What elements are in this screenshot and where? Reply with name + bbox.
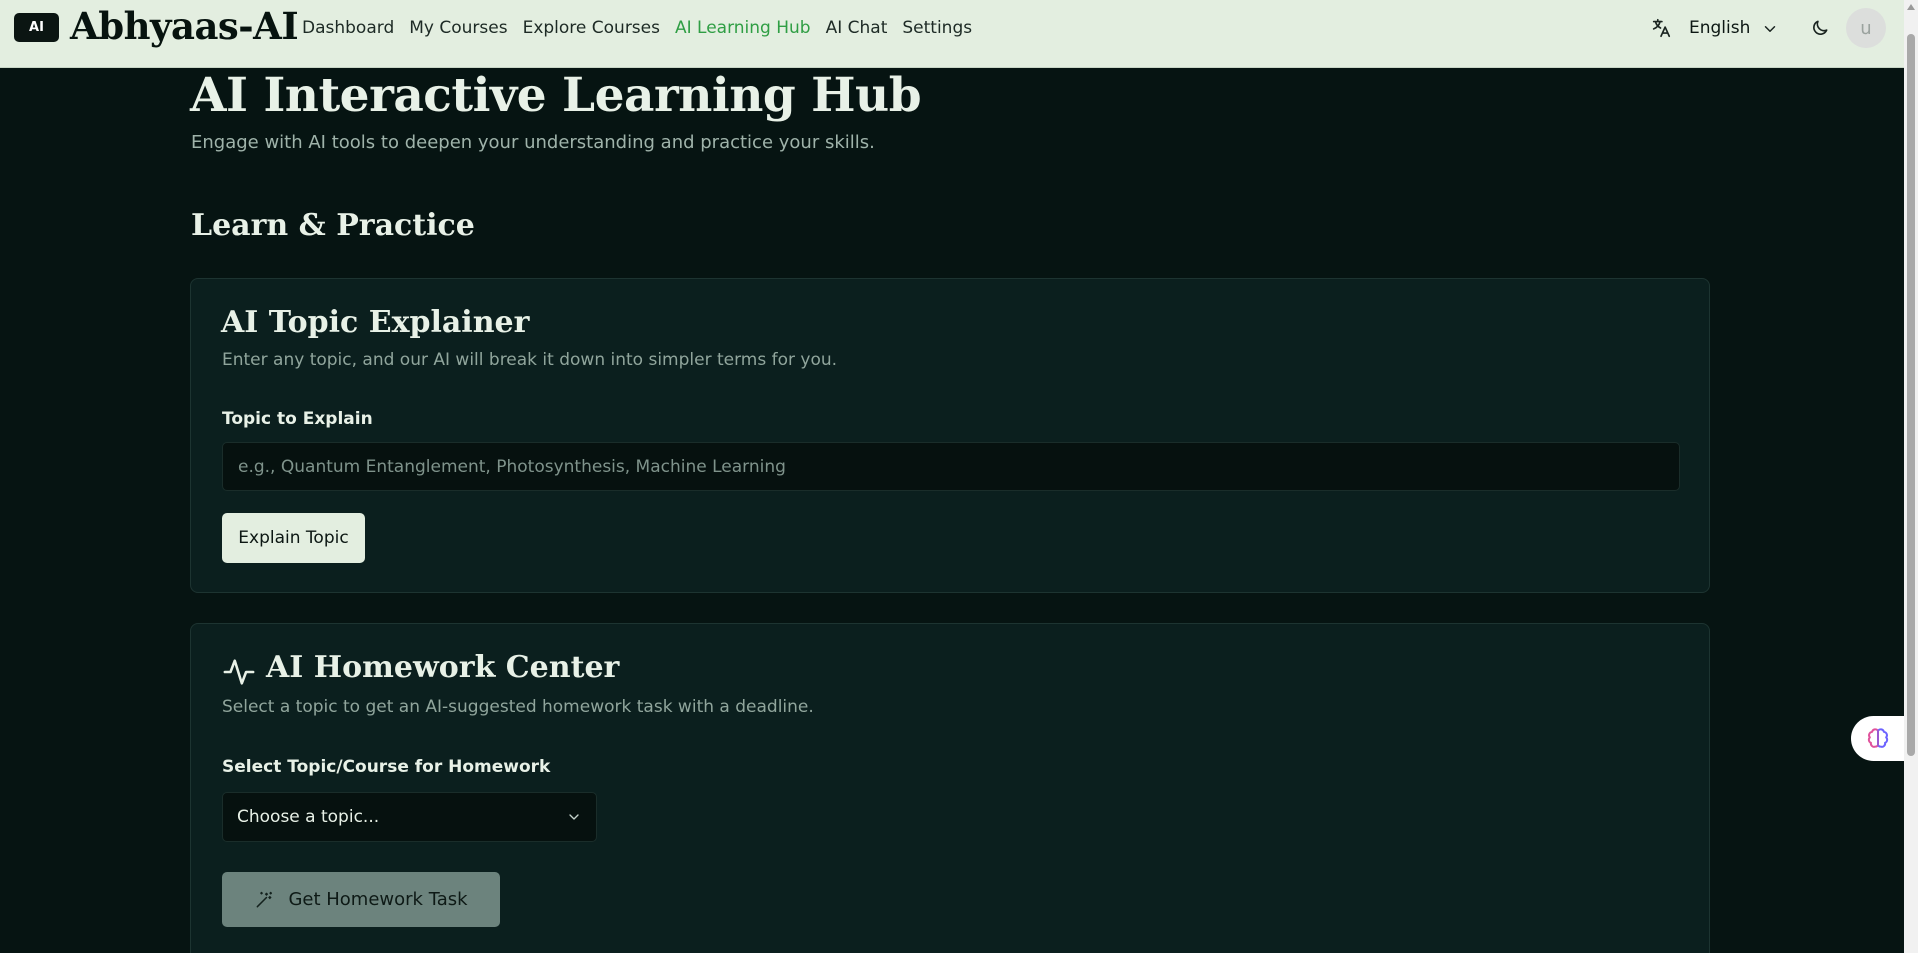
topic-explainer-title: AI Topic Explainer xyxy=(221,305,530,340)
get-homework-task-button[interactable]: Get Homework Task xyxy=(222,872,500,927)
homework-center-card: AI Homework Center Select a topic to get… xyxy=(190,623,1710,953)
moon-icon[interactable] xyxy=(1810,18,1830,38)
language-selector[interactable]: English xyxy=(1689,18,1750,38)
activity-icon xyxy=(223,659,255,685)
floating-assistant-button[interactable] xyxy=(1851,716,1904,761)
nav-dashboard[interactable]: Dashboard xyxy=(302,18,394,38)
brain-icon xyxy=(1867,727,1888,748)
avatar[interactable]: u xyxy=(1846,8,1886,48)
nav-my-courses[interactable]: My Courses xyxy=(409,18,507,38)
nav-ai-chat[interactable]: AI Chat xyxy=(826,18,888,38)
page-scrollbar[interactable] xyxy=(1904,0,1918,953)
page-title: AI Interactive Learning Hub xyxy=(190,68,922,123)
magic-wand-icon xyxy=(257,891,273,907)
brand-name[interactable]: Abhyaas-AI xyxy=(70,4,299,48)
page: AI Abhyaas-AI Dashboard My Courses Explo… xyxy=(0,0,1918,953)
scroll-up-arrow-icon[interactable] xyxy=(1907,4,1915,10)
homework-field-label: Select Topic/Course for Homework xyxy=(222,757,551,777)
topic-explainer-description: Enter any topic, and our AI will break i… xyxy=(222,350,838,370)
top-navbar: AI Abhyaas-AI Dashboard My Courses Explo… xyxy=(0,0,1904,68)
logo-icon[interactable]: AI xyxy=(14,13,59,42)
chevron-down-icon xyxy=(569,814,579,820)
homework-topic-select[interactable]: Choose a topic... xyxy=(222,792,597,842)
page-subtitle: Engage with AI tools to deepen your unde… xyxy=(191,132,875,153)
nav-explore-courses[interactable]: Explore Courses xyxy=(523,18,660,38)
topic-field-label: Topic to Explain xyxy=(222,409,373,429)
explain-topic-button[interactable]: Explain Topic xyxy=(222,513,365,563)
nav-ai-learning-hub[interactable]: AI Learning Hub xyxy=(675,18,811,38)
topic-explainer-card: AI Topic Explainer Enter any topic, and … xyxy=(190,278,1710,593)
chevron-down-icon[interactable] xyxy=(1761,20,1779,38)
homework-center-title: AI Homework Center xyxy=(266,650,620,685)
scrollbar-thumb[interactable] xyxy=(1907,34,1915,756)
get-homework-task-label: Get Homework Task xyxy=(288,889,468,910)
nav-settings[interactable]: Settings xyxy=(902,18,972,38)
translate-icon[interactable] xyxy=(1650,17,1672,39)
homework-center-description: Select a topic to get an AI-suggested ho… xyxy=(222,697,814,717)
select-value: Choose a topic... xyxy=(237,807,380,827)
section-title: Learn & Practice xyxy=(191,208,475,243)
topic-input[interactable] xyxy=(222,442,1680,491)
main-nav: Dashboard My Courses Explore Courses AI … xyxy=(302,18,972,38)
